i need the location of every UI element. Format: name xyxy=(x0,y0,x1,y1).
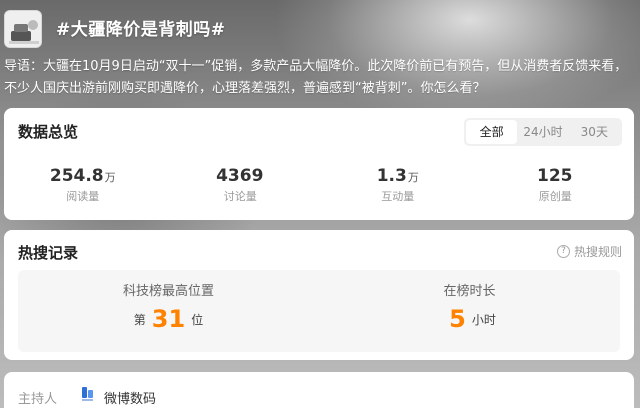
stat-reads: 254.8万 阅读量 xyxy=(4,166,162,216)
topic-intro: 导语：大疆在10月9日启动“双十一”促销，多款产品大幅降价。此次降价前已有预告，… xyxy=(4,59,628,96)
stat-value: 254.8 xyxy=(49,166,104,186)
stat-interactions: 1.3万 互动量 xyxy=(319,166,477,216)
stat-value: 125 xyxy=(537,166,573,186)
rank-suffix: 位 xyxy=(191,313,204,327)
duration-suffix: 小时 xyxy=(471,313,496,327)
host-card: 主持人 微博数码 xyxy=(4,372,634,408)
host-label: 主持人 xyxy=(18,392,58,407)
time-on-list: 在榜时长 5 小时 xyxy=(319,270,620,352)
stat-label: 讨论量 xyxy=(223,190,257,203)
duration-value: 5 xyxy=(449,305,466,333)
stat-label: 原创量 xyxy=(538,190,572,203)
rules-label: 热搜规则 xyxy=(573,245,622,259)
topic-thumbnail-icon[interactable] xyxy=(4,10,42,48)
topic-title: #大疆降价是背刺吗# xyxy=(56,20,226,40)
stat-unit: 万 xyxy=(407,171,419,184)
rank-prefix: 第 xyxy=(133,313,146,327)
time-range-switch: 全部 24小时 30天 xyxy=(464,118,622,146)
data-overview-card: 数据总览 全部 24小时 30天 254.8万 阅读量 4369 讨论量 1.3… xyxy=(4,108,634,220)
stat-discussions: 4369 讨论量 xyxy=(162,166,320,216)
tab-all[interactable]: 全部 xyxy=(466,120,518,144)
hot-search-card: 热搜记录 ? 热搜规则 科技榜最高位置 第 31 位 在榜时长 5 小时 xyxy=(4,230,634,360)
rank-value: 31 xyxy=(151,305,186,333)
time-on-list-label: 在榜时长 xyxy=(443,284,496,299)
hot-search-rules-link[interactable]: ? 热搜规则 xyxy=(556,243,622,260)
stats-row: 254.8万 阅读量 4369 讨论量 1.3万 互动量 125 原创量 xyxy=(4,166,634,216)
highest-rank: 科技榜最高位置 第 31 位 xyxy=(18,270,319,352)
host-name[interactable]: 微博数码 xyxy=(104,388,156,407)
stat-value: 4369 xyxy=(216,166,264,186)
highest-rank-label: 科技榜最高位置 xyxy=(122,284,214,299)
stat-label: 阅读量 xyxy=(66,190,100,203)
stat-unit: 万 xyxy=(104,171,116,184)
stat-label: 互动量 xyxy=(381,190,415,203)
stat-originals: 125 原创量 xyxy=(477,166,635,216)
stat-value: 1.3 xyxy=(376,166,407,186)
weibo-digital-logo-icon[interactable] xyxy=(80,386,96,402)
topic-header: #大疆降价是背刺吗# xyxy=(4,10,634,54)
help-icon: ? xyxy=(556,245,570,258)
tab-30d[interactable]: 30天 xyxy=(569,120,620,144)
overview-title: 数据总览 xyxy=(18,123,79,141)
hot-search-stats: 科技榜最高位置 第 31 位 在榜时长 5 小时 xyxy=(18,270,620,352)
hot-search-title: 热搜记录 xyxy=(18,244,79,262)
tab-24h[interactable]: 24小时 xyxy=(517,120,568,144)
